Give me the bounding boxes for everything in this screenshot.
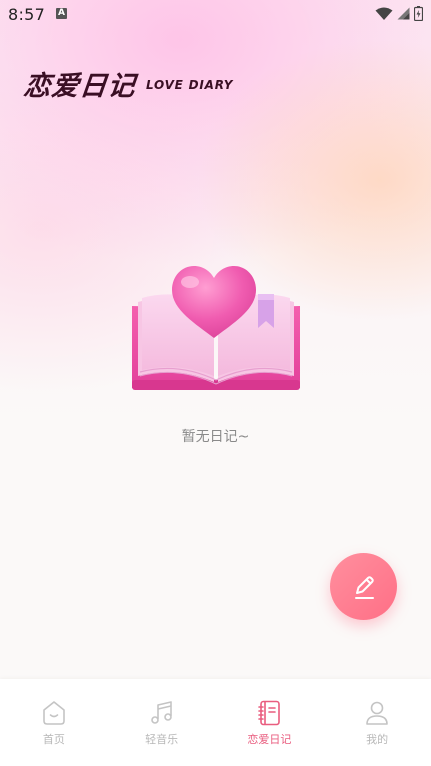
bottom-nav: 首页 轻音乐 恋爱日记 我的	[0, 679, 431, 766]
nav-item-home[interactable]: 首页	[0, 679, 108, 766]
music-note-icon	[150, 701, 172, 724]
notification-badge-icon: A	[56, 8, 67, 19]
write-diary-button[interactable]	[330, 553, 397, 620]
pencil-icon	[354, 575, 374, 599]
app-subtitle: LOVE DIARY	[146, 78, 234, 92]
status-bar: 8:57 A	[0, 0, 431, 30]
wifi-icon	[375, 7, 393, 20]
nav-label-home: 首页	[42, 733, 65, 746]
nav-label-love-diary: 恋爱日记	[247, 733, 292, 746]
person-icon	[366, 701, 388, 725]
nav-label-mine: 我的	[366, 733, 389, 746]
nav-item-love-diary[interactable]: 恋爱日记	[216, 679, 324, 766]
status-time: 8:57	[8, 5, 46, 24]
nav-item-music[interactable]: 轻音乐	[108, 679, 216, 766]
nav-label-music: 轻音乐	[145, 733, 179, 746]
notebook-icon	[258, 700, 281, 726]
heart-book-illustration	[126, 258, 306, 398]
signal-icon	[397, 7, 410, 20]
status-icons	[375, 6, 423, 21]
empty-state-text: 暂无日记~	[181, 429, 250, 445]
home-icon	[43, 701, 65, 725]
nav-item-mine[interactable]: 我的	[323, 679, 431, 766]
app-title: 恋爱日记	[22, 71, 138, 102]
page-header: 恋爱日记 LOVE DIARY	[22, 64, 234, 103]
battery-icon	[414, 6, 423, 21]
